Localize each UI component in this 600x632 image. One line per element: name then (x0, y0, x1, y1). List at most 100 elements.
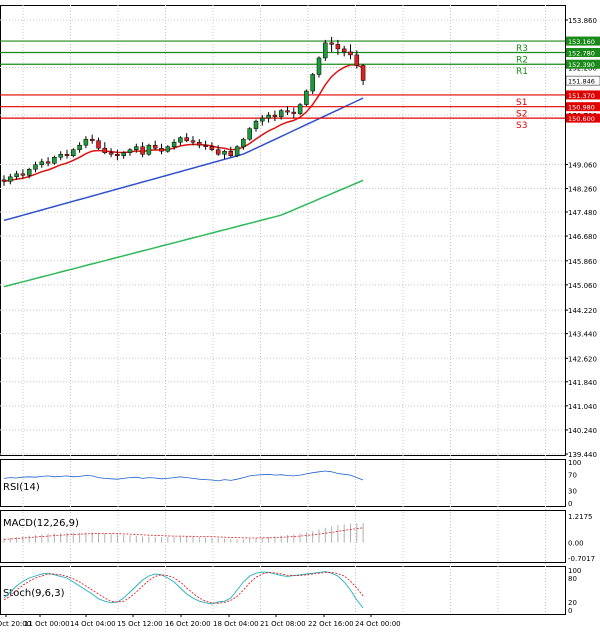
candle (165, 146, 171, 152)
candle (146, 144, 152, 155)
time-tick-label: 22 Oct 16:00 (308, 620, 354, 628)
candle (348, 51, 353, 56)
candle (140, 146, 145, 155)
macd-tick-label: 0.00 (568, 540, 584, 548)
candle (134, 146, 139, 150)
price-tick-label: 145.860 (568, 258, 597, 266)
price-tick-label: 153.860 (568, 17, 597, 25)
candle (291, 111, 297, 114)
rsi-tick-label: 0 (568, 500, 572, 508)
level-price-r1: 152.390 (568, 61, 595, 69)
candle (285, 110, 290, 113)
candle (171, 141, 177, 147)
candle (20, 173, 26, 176)
time-tick-label: 14 Oct 04:00 (70, 620, 116, 628)
candle (228, 150, 234, 156)
stoch-panel (0, 566, 566, 615)
candle (127, 149, 133, 153)
price-tick-label: 147.480 (568, 209, 597, 217)
candle (247, 128, 252, 140)
candle (215, 149, 221, 155)
candle (115, 153, 120, 156)
macd-label: MACD(12,26,9) (3, 518, 79, 529)
candle (121, 152, 126, 156)
candle (323, 42, 328, 59)
candle (354, 54, 360, 66)
price-tick-label: 142.620 (568, 355, 597, 363)
candle (64, 153, 70, 156)
candle (203, 144, 208, 147)
candle (190, 140, 196, 143)
price-tick-label: 145.060 (568, 282, 597, 290)
macd-tick-label: -0.7017 (568, 555, 595, 563)
candle (272, 114, 278, 117)
candle (108, 152, 114, 155)
level-label-s3: S3 (516, 121, 527, 131)
candle (152, 144, 158, 149)
candle (77, 144, 82, 150)
level-price-s1: 151.370 (568, 92, 595, 100)
candle (278, 110, 284, 117)
candle (71, 149, 76, 156)
price-tick-label: 140.240 (568, 427, 597, 435)
candle (102, 147, 108, 153)
candle (33, 164, 38, 170)
level-price-r2: 152.780 (568, 50, 595, 58)
candle (178, 137, 183, 143)
candle (14, 173, 19, 178)
candle (241, 138, 246, 147)
current-price-label: 151.846 (568, 78, 595, 86)
rsi-tick-label: 100 (568, 459, 581, 467)
stoch-tick-label: 80 (568, 575, 577, 583)
candle (83, 138, 89, 146)
rsi-panel (0, 459, 566, 507)
candle (45, 161, 51, 164)
candle (260, 117, 265, 122)
stoch-tick-label: 100 (568, 567, 581, 575)
price-tick-label: 148.260 (568, 186, 597, 194)
candle (266, 114, 271, 119)
candle (341, 48, 347, 53)
time-tick-label: 24 Oct 00:00 (355, 620, 401, 628)
candle (197, 141, 202, 146)
candle (310, 74, 315, 92)
time-tick-label: 11 Oct 00:00 (24, 620, 70, 628)
time-tick-label: 16 Oct 20:00 (165, 620, 211, 628)
time-tick-label: 21 Oct 08:00 (260, 620, 306, 628)
level-price-s3: 150.600 (568, 115, 595, 123)
level-label-r1: R1 (516, 67, 528, 77)
candle (209, 146, 215, 150)
candle (304, 90, 309, 105)
candle (58, 153, 63, 158)
time-tick-label: 18 Oct 04:00 (213, 620, 259, 628)
price-tick-label: 141.040 (568, 403, 597, 411)
candle (39, 161, 45, 166)
candle (253, 120, 259, 129)
candle (222, 150, 227, 155)
candle (234, 146, 240, 156)
price-tick-label: 144.220 (568, 307, 597, 315)
candle (360, 65, 366, 81)
candle (26, 169, 32, 176)
rsi-tick-label: 30 (568, 488, 577, 496)
candle (316, 57, 322, 75)
candle (52, 156, 57, 164)
candle (184, 137, 189, 141)
price-tick-label: 146.680 (568, 233, 597, 241)
candle (329, 42, 334, 45)
stoch-tick-label: 20 (568, 599, 577, 607)
price-tick-label: 143.440 (568, 331, 597, 339)
candle (159, 147, 164, 152)
candle (1, 179, 7, 182)
level-price-r3: 153.160 (568, 38, 595, 46)
price-tick-label: 139.440 (568, 451, 597, 459)
candle (96, 140, 101, 149)
main-panel (0, 5, 566, 456)
price-tick-label: 149.060 (568, 161, 597, 169)
candle (8, 176, 13, 182)
rsi-label: RSI(14) (3, 482, 40, 493)
price-chart: 153.860152.280150.700149.060148.260147.4… (0, 5, 600, 628)
time-tick-label: 15 Oct 12:00 (117, 620, 163, 628)
price-tick-label: 141.840 (568, 379, 597, 387)
candle (297, 104, 303, 114)
